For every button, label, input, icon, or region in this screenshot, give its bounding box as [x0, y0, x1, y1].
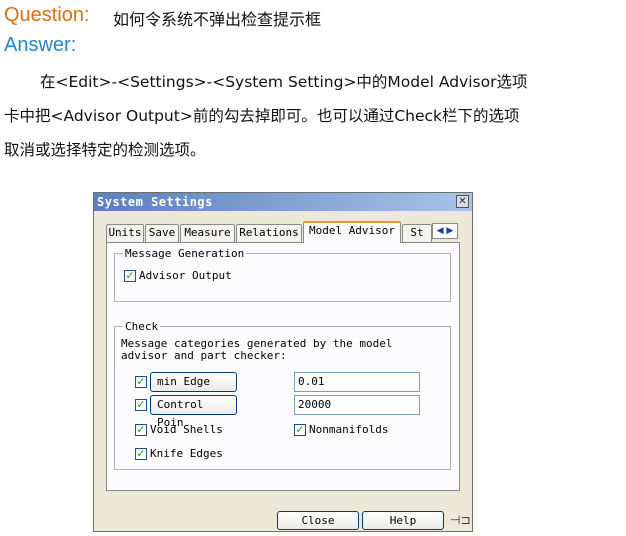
- nonmanifolds-checkbox[interactable]: ✓: [294, 424, 306, 436]
- tab-scroll-arrows-icon[interactable]: ◀ ▶: [432, 223, 458, 239]
- pin-icon[interactable]: ⊣⊐: [450, 511, 471, 529]
- control-poin-button[interactable]: Control Poin: [150, 395, 237, 429]
- void-shells-label: Void Shells: [150, 423, 223, 436]
- tab-measure[interactable]: Measure: [180, 224, 235, 242]
- question-text: 如何令系统不弹出检查提示框: [113, 10, 322, 29]
- message-generation-legend: Message Generation: [125, 247, 245, 260]
- nonmanifolds-label: Nonmanifolds: [309, 423, 389, 436]
- system-settings-dialog: System Settings ✕ Units Save Measure Rel…: [93, 192, 473, 532]
- answer-line-3: 取消或选择特定的检测选项。: [4, 141, 206, 159]
- check-description-line-2: advisor and part checker:: [121, 349, 287, 362]
- check-legend: Check: [125, 320, 159, 333]
- help-button[interactable]: Help: [362, 511, 444, 530]
- answer-line-2: 卡中把<Advisor Output>前的勾去掉即可。也可以通过Check栏下的…: [4, 107, 520, 125]
- void-shells-checkbox[interactable]: ✓: [135, 424, 147, 436]
- tab-relations[interactable]: Relations: [236, 224, 302, 242]
- advisor-output-label: Advisor Output: [139, 269, 232, 282]
- tab-st[interactable]: St: [402, 224, 432, 242]
- model-advisor-panel: Message Generation ✓ Advisor Output Chec…: [106, 242, 460, 491]
- tab-units[interactable]: Units: [106, 224, 144, 242]
- dialog-title: System Settings: [97, 195, 213, 209]
- dialog-titlebar: System Settings ✕: [94, 193, 472, 211]
- min-edge-checkbox[interactable]: ✓: [135, 376, 147, 388]
- answer-line-1: 在<Edit>-<Settings>-<System Setting>中的Mod…: [40, 73, 528, 91]
- advisor-output-checkbox[interactable]: ✓: [124, 270, 136, 282]
- knife-edges-label: Knife Edges: [150, 447, 223, 460]
- tab-bar: Units Save Measure Relations Model Advis…: [106, 221, 472, 243]
- control-poin-value-field[interactable]: 20000: [294, 395, 420, 415]
- knife-edges-checkbox[interactable]: ✓: [135, 448, 147, 460]
- min-edge-button[interactable]: min Edge: [150, 372, 237, 392]
- min-edge-value-field[interactable]: 0.01: [294, 372, 420, 392]
- tab-save[interactable]: Save: [145, 224, 179, 242]
- tab-model-advisor[interactable]: Model Advisor: [303, 221, 401, 243]
- close-button[interactable]: Close: [277, 511, 359, 530]
- answer-label: Answer:: [4, 34, 77, 56]
- control-poin-checkbox[interactable]: ✓: [135, 399, 147, 411]
- close-icon[interactable]: ✕: [456, 195, 469, 208]
- question-label: Question:: [4, 4, 90, 26]
